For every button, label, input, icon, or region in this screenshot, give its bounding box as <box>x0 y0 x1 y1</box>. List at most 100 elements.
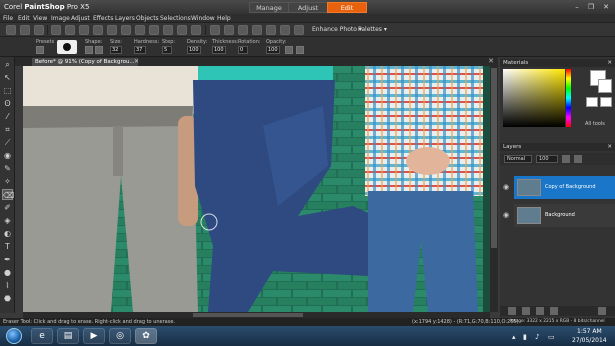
menu-view[interactable]: View <box>33 15 47 22</box>
layers-close-icon[interactable]: ✕ <box>607 143 612 151</box>
resize-icon[interactable] <box>177 25 187 35</box>
zoom-out-icon[interactable] <box>238 25 248 35</box>
hardness-field[interactable]: 37 <box>134 46 146 54</box>
tab-adjust[interactable]: Adjust <box>288 2 328 13</box>
group-icon[interactable] <box>550 307 558 315</box>
straighten-tool-icon[interactable]: ⟋ <box>2 137 13 148</box>
dodge-tool-icon[interactable]: ◐ <box>2 228 13 239</box>
step-field[interactable]: 5 <box>162 46 172 54</box>
volume-icon[interactable]: ♪ <box>535 333 539 341</box>
chrome-icon[interactable]: ◎ <box>109 328 131 344</box>
repeat-icon[interactable] <box>135 25 145 35</box>
document-close-icon[interactable]: ✕ <box>488 57 494 65</box>
file-explorer-icon[interactable]: ▤ <box>57 328 79 344</box>
reset-icon[interactable] <box>296 46 304 54</box>
layer-row-background[interactable]: ◉ Background <box>503 204 615 227</box>
palettes-dropdown[interactable]: Palettes ▾ <box>358 26 387 33</box>
thickness-field[interactable]: 100 <box>212 46 226 54</box>
undo-icon[interactable] <box>107 25 117 35</box>
text-tool-icon[interactable]: T <box>2 241 13 252</box>
square-shape-icon[interactable] <box>95 46 103 54</box>
paste-icon[interactable] <box>93 25 103 35</box>
tab-close-icon[interactable]: ✕ <box>134 58 139 65</box>
tab-edit[interactable]: Edit <box>327 2 367 13</box>
menu-file[interactable]: File <box>3 15 13 22</box>
pick-tool-icon[interactable]: ↖ <box>2 72 13 83</box>
internet-explorer-icon[interactable]: e <box>31 328 53 344</box>
foreground-material-swatch[interactable] <box>586 97 598 107</box>
document-tab[interactable]: Before* @ 91% (Copy of Backgrou... <box>32 58 138 66</box>
crop-icon[interactable] <box>163 25 173 35</box>
redo-icon[interactable] <box>121 25 131 35</box>
menu-objects[interactable]: Objects <box>136 15 159 22</box>
grid-icon[interactable] <box>191 25 201 35</box>
menu-edit[interactable]: Edit <box>18 15 30 22</box>
adjustment-layer-icon[interactable] <box>522 307 530 315</box>
paint-brush-tool-icon[interactable]: ✐ <box>2 202 13 213</box>
close-icon[interactable]: ✕ <box>599 2 613 12</box>
menu-selections[interactable]: Selections <box>160 15 191 22</box>
media-player-icon[interactable]: ▶ <box>83 328 105 344</box>
mask-icon[interactable] <box>536 307 544 315</box>
copy-icon[interactable] <box>79 25 89 35</box>
enhance-photo-dropdown[interactable]: Enhance Photo ▾ <box>312 26 362 33</box>
lock-icon[interactable] <box>562 155 570 163</box>
new-layer-icon[interactable] <box>508 307 516 315</box>
cut-icon[interactable] <box>65 25 75 35</box>
menu-image[interactable]: Image <box>51 15 70 22</box>
color-picker[interactable] <box>503 69 565 127</box>
eraser-tool-icon[interactable]: ⌫ <box>2 189 14 200</box>
round-shape-icon[interactable] <box>85 46 93 54</box>
brush-tip-preset[interactable] <box>57 40 77 54</box>
maximize-icon[interactable]: ❐ <box>584 2 598 12</box>
dropper-tool-icon[interactable]: ⁄ <box>2 111 13 122</box>
minimize-icon[interactable]: – <box>570 2 584 12</box>
preset-dropdown[interactable] <box>36 46 44 54</box>
tray-arrow-icon[interactable]: ▴ <box>512 333 516 341</box>
clock-time[interactable]: 1:57 AM <box>577 328 602 335</box>
new-file-icon[interactable] <box>6 25 16 35</box>
stylus-icon[interactable] <box>285 46 293 54</box>
clock-date[interactable]: 27/05/2014 <box>572 337 607 344</box>
crop-tool-icon[interactable]: ⌗ <box>2 124 13 135</box>
red-eye-tool-icon[interactable]: ◉ <box>2 150 13 161</box>
delete-layer-icon[interactable] <box>598 307 606 315</box>
materials-close-icon[interactable]: ✕ <box>607 59 612 67</box>
start-button[interactable] <box>6 328 22 344</box>
opacity-field[interactable]: 100 <box>266 46 280 54</box>
zoom-tool-icon[interactable]: ⌕ <box>2 59 13 70</box>
size-field[interactable]: 32 <box>110 46 122 54</box>
layer-visibility-icon[interactable]: ◉ <box>503 183 511 191</box>
battery-icon[interactable]: ▭ <box>548 333 555 341</box>
full-screen-icon[interactable] <box>280 25 290 35</box>
link-icon[interactable] <box>574 155 582 163</box>
paintshop-taskbar-icon[interactable]: ✿ <box>135 328 157 344</box>
horizontal-scroll-thumb[interactable] <box>193 313 303 317</box>
warp-tool-icon[interactable]: ⌇ <box>2 280 13 291</box>
picture-tube-tool-icon[interactable]: ⬣ <box>2 293 13 304</box>
info-icon[interactable] <box>210 25 220 35</box>
pen-tool-icon[interactable]: ✒ <box>2 254 13 265</box>
hue-slider[interactable] <box>566 69 571 127</box>
layer-opacity-field[interactable]: 100 <box>536 155 558 163</box>
fit-window-icon[interactable] <box>252 25 262 35</box>
layers-icon[interactable] <box>149 25 159 35</box>
menu-help[interactable]: Help <box>217 15 231 22</box>
menu-effects[interactable]: Effects <box>93 15 113 22</box>
menu-adjust[interactable]: Adjust <box>71 15 90 22</box>
background-swatch[interactable] <box>598 79 612 93</box>
menu-layers[interactable]: Layers <box>115 15 135 22</box>
density-field[interactable]: 100 <box>187 46 201 54</box>
save-icon[interactable] <box>34 25 44 35</box>
open-file-icon[interactable] <box>20 25 30 35</box>
vertical-scrollbar[interactable] <box>490 66 498 312</box>
layer-row-copy-of-background[interactable]: ◉ Copy of Background <box>503 176 615 199</box>
rotation-field[interactable]: 0 <box>238 46 248 54</box>
selection-tool-icon[interactable]: ⬚ <box>2 85 13 96</box>
makeover-tool-icon[interactable]: ✧ <box>2 176 13 187</box>
actual-size-icon[interactable] <box>266 25 276 35</box>
zoom-in-icon[interactable] <box>224 25 234 35</box>
network-icon[interactable]: ▮ <box>523 333 527 341</box>
tab-manage[interactable]: Manage <box>249 2 289 13</box>
all-tools-checkbox[interactable]: All tools <box>585 121 605 127</box>
